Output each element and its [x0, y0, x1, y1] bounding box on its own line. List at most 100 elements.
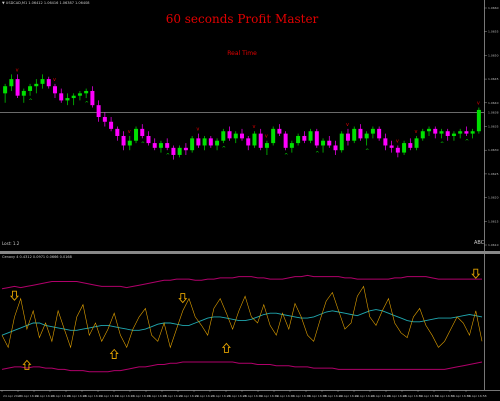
- bear-candle: [152, 143, 157, 148]
- price-tick-label: 1.0610: [488, 243, 499, 247]
- buy-signal-marker: ^: [315, 151, 319, 157]
- sell-signal-marker: v: [252, 124, 255, 130]
- bear-candle: [246, 138, 251, 146]
- bull-candle: [158, 143, 163, 148]
- bull-candle: [364, 133, 369, 139]
- candlestick-chart[interactable]: 1.0660 1.0655 1.0650 1.0645 1.0640 1.0635 1.06…: [0, 0, 500, 251]
- buy-signal-marker: ^: [465, 139, 469, 145]
- fast-line: [1, 285, 483, 349]
- bear-candle: [183, 147, 188, 151]
- price-tick-label: 1.0650: [488, 53, 499, 57]
- up-arrow-icon: [109, 348, 119, 359]
- price-tick-label: 1.0660: [488, 6, 499, 10]
- bull-candle: [476, 109, 481, 132]
- sell-signal-marker: v: [128, 129, 131, 135]
- bear-candle: [115, 128, 120, 136]
- bull-candle: [414, 138, 419, 148]
- bull-candle: [202, 138, 207, 146]
- bear-candle: [333, 145, 338, 151]
- bull-candle: [296, 135, 301, 144]
- price-tick-label: 1.0630: [488, 148, 499, 152]
- bull-candle: [40, 79, 45, 84]
- bear-candle: [15, 79, 20, 96]
- bear-candle: [377, 128, 382, 139]
- bear-candle: [277, 128, 282, 134]
- bear-candle: [96, 105, 101, 118]
- time-tick-label: 24 Apr 16:58: [467, 394, 487, 398]
- bull-candle: [439, 131, 444, 134]
- price-tick-label: 1.0635: [488, 125, 499, 129]
- bull-candle: [134, 128, 139, 141]
- bull-candle: [221, 131, 226, 141]
- bull-candle: [451, 133, 456, 136]
- bear-candle: [171, 147, 176, 155]
- bear-candle: [383, 138, 388, 146]
- price-tick-label: 1.0645: [488, 77, 499, 81]
- down-arrow-icon: [9, 290, 19, 301]
- bear-candle: [90, 90, 95, 106]
- bull-candle: [84, 90, 89, 94]
- bear-candle: [146, 135, 151, 144]
- bull-candle: [252, 133, 257, 146]
- bear-candle: [227, 131, 232, 139]
- bull-candle: [402, 143, 407, 153]
- bull-candle: [352, 128, 357, 141]
- buy-signal-marker: ^: [29, 99, 33, 105]
- price-tick-label: 1.0655: [488, 30, 499, 34]
- bull-candle: [321, 140, 326, 146]
- sell-signal-marker: v: [265, 134, 268, 140]
- buy-signal-marker: ^: [440, 141, 444, 147]
- sell-signal-marker: v: [53, 77, 56, 83]
- bear-candle: [102, 117, 107, 122]
- bear-candle: [258, 133, 263, 148]
- bear-candle: [408, 143, 413, 148]
- bear-candle: [196, 138, 201, 146]
- price-tick-label: 1.0620: [488, 196, 499, 200]
- time-axis-labels: 24 Apr 202024 Apr 16:0224 Apr 16:0424 Ap…: [1, 390, 487, 398]
- oscillator-chart[interactable]: [0, 254, 500, 390]
- bear-candle: [464, 131, 469, 134]
- bear-candle: [46, 79, 51, 87]
- bull-candle: [458, 131, 463, 134]
- bear-candle: [302, 135, 307, 141]
- bull-candle: [190, 138, 195, 151]
- bull-candle: [427, 128, 432, 132]
- bear-candle: [52, 86, 57, 94]
- bear-candle: [445, 131, 450, 136]
- bear-candle: [59, 93, 64, 101]
- price-tick-label: 1.0615: [488, 219, 499, 223]
- lower-band-line: [1, 361, 483, 373]
- upper-band-line: [1, 274, 482, 290]
- bear-candle: [109, 121, 114, 129]
- bear-candle: [389, 145, 394, 148]
- bull-candle: [233, 133, 238, 139]
- bull-candle: [289, 143, 294, 148]
- sell-signal-marker: v: [396, 138, 399, 144]
- bull-candle: [339, 133, 344, 151]
- buy-signal-marker: ^: [166, 153, 170, 159]
- buy-signal-marker: ^: [141, 141, 145, 147]
- bull-candle: [28, 86, 33, 91]
- bear-candle: [345, 133, 350, 141]
- bear-candle: [433, 128, 438, 134]
- price-tick-label: 1.0625: [488, 172, 499, 176]
- bull-candle: [34, 83, 39, 87]
- bear-candle: [208, 138, 213, 146]
- bull-candle: [470, 131, 475, 134]
- bull-candle: [308, 131, 313, 141]
- sell-signal-marker: v: [477, 101, 480, 107]
- bull-candle: [271, 128, 276, 144]
- up-arrow-icon: [221, 342, 231, 353]
- bear-candle: [240, 133, 244, 139]
- current-price-label: 1.0638: [488, 110, 499, 114]
- bull-candle: [71, 95, 76, 99]
- bear-candle: [395, 147, 400, 153]
- buy-signal-marker: ^: [284, 153, 288, 159]
- bull-candle: [9, 79, 14, 87]
- bull-candle: [420, 131, 425, 139]
- bear-candle: [165, 143, 170, 148]
- bull-candle: [370, 128, 375, 134]
- bull-candle: [264, 143, 269, 148]
- buy-signal-marker: ^: [365, 148, 369, 154]
- bull-candle: [127, 140, 132, 146]
